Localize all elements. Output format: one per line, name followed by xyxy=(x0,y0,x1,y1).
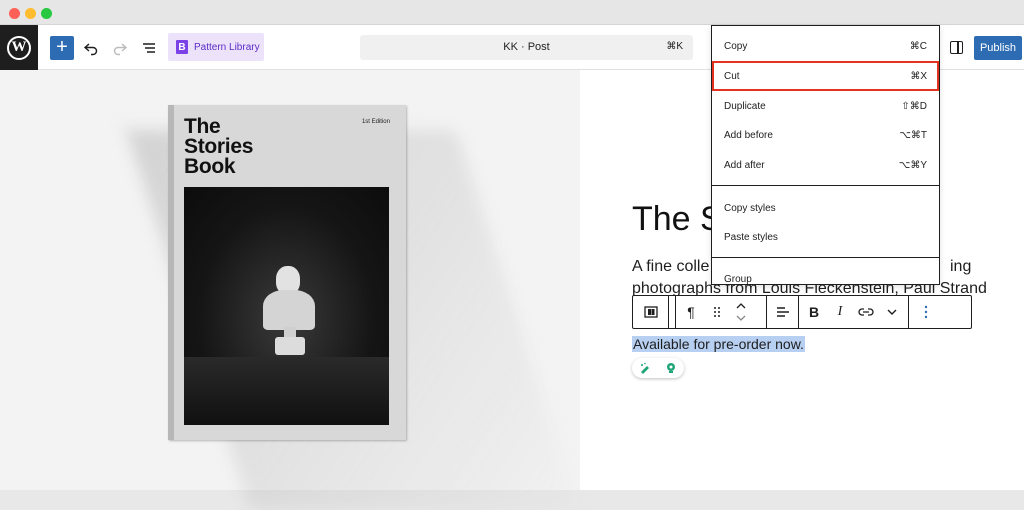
block-type-button[interactable] xyxy=(638,296,664,328)
pattern-library-label: Pattern Library xyxy=(194,41,260,53)
menu-divider xyxy=(712,257,939,258)
block-options-menu: Copy ⌘C Cut ⌘X Duplicate ⇧⌘D Add before … xyxy=(711,25,940,285)
menu-item-copy[interactable]: Copy ⌘C xyxy=(712,31,939,61)
drag-handle[interactable] xyxy=(704,296,730,328)
undo-button[interactable] xyxy=(79,36,103,60)
align-left-icon xyxy=(777,307,789,317)
menu-item-cut[interactable]: Cut ⌘X xyxy=(712,61,939,91)
redo-icon xyxy=(113,43,128,56)
document-overview-button[interactable] xyxy=(137,36,161,60)
chevron-up-down-icon xyxy=(736,303,746,321)
chevron-down-icon xyxy=(887,309,897,315)
window-titlebar xyxy=(0,0,1024,25)
drag-icon xyxy=(714,307,720,317)
pattern-library-button[interactable]: B Pattern Library xyxy=(168,33,264,61)
link-button[interactable] xyxy=(853,296,879,328)
wordpress-logo-button[interactable]: W xyxy=(0,25,38,70)
bold-button[interactable]: B xyxy=(801,296,827,328)
add-block-button[interactable]: + xyxy=(50,36,74,60)
link-icon xyxy=(858,308,874,316)
columns-icon xyxy=(644,306,658,318)
post-heading[interactable]: The S xyxy=(632,200,723,239)
move-buttons[interactable] xyxy=(728,296,754,328)
settings-sidebar-toggle[interactable] xyxy=(947,38,967,58)
menu-item-add-after[interactable]: Add after ⌥⌘Y xyxy=(712,150,939,180)
menu-divider xyxy=(712,185,939,186)
paragraph-transform-button[interactable]: ¶ xyxy=(678,296,704,328)
minimize-window-button[interactable] xyxy=(25,8,36,19)
redo-button[interactable] xyxy=(108,36,132,60)
list-view-icon xyxy=(143,43,155,53)
ai-assist-pill xyxy=(632,358,684,378)
wordpress-icon: W xyxy=(7,35,31,60)
bust-photo xyxy=(184,187,389,425)
magic-pencil-icon[interactable] xyxy=(636,360,654,376)
menu-item-duplicate[interactable]: Duplicate ⇧⌘D xyxy=(712,91,939,121)
lightbulb-icon[interactable] xyxy=(662,360,680,376)
book-title: The Stories Book xyxy=(184,115,254,178)
book-edition: 1st Edition xyxy=(361,119,390,125)
document-title: KK · Post xyxy=(503,41,550,53)
pattern-library-icon: B xyxy=(176,40,188,54)
italic-button[interactable]: I xyxy=(827,296,853,328)
close-window-button[interactable] xyxy=(9,8,20,19)
menu-item-copy-styles[interactable]: Copy styles xyxy=(712,193,939,223)
menu-item-paste-styles[interactable]: Paste styles xyxy=(712,222,939,252)
more-vertical-icon xyxy=(924,305,928,319)
block-toolbar: ¶ B I xyxy=(632,295,972,329)
book-cover-image[interactable]: The Stories Book 1st Edition xyxy=(168,105,406,440)
publish-button[interactable]: Publish xyxy=(974,36,1022,60)
cover-image-area: The Stories Book 1st Edition xyxy=(0,70,580,510)
zoom-window-button[interactable] xyxy=(41,8,52,19)
menu-item-add-before[interactable]: Add before ⌥⌘T xyxy=(712,120,939,150)
menu-item-group[interactable]: Group xyxy=(712,264,939,284)
selected-paragraph[interactable]: Available for pre-order now. xyxy=(632,336,805,352)
command-palette-button[interactable]: KK · Post ⌘K xyxy=(360,35,693,60)
more-formatting-button[interactable] xyxy=(879,296,905,328)
undo-icon xyxy=(83,43,98,56)
align-button[interactable] xyxy=(770,296,796,328)
block-options-button[interactable] xyxy=(913,296,939,328)
command-shortcut: ⌘K xyxy=(666,41,683,52)
